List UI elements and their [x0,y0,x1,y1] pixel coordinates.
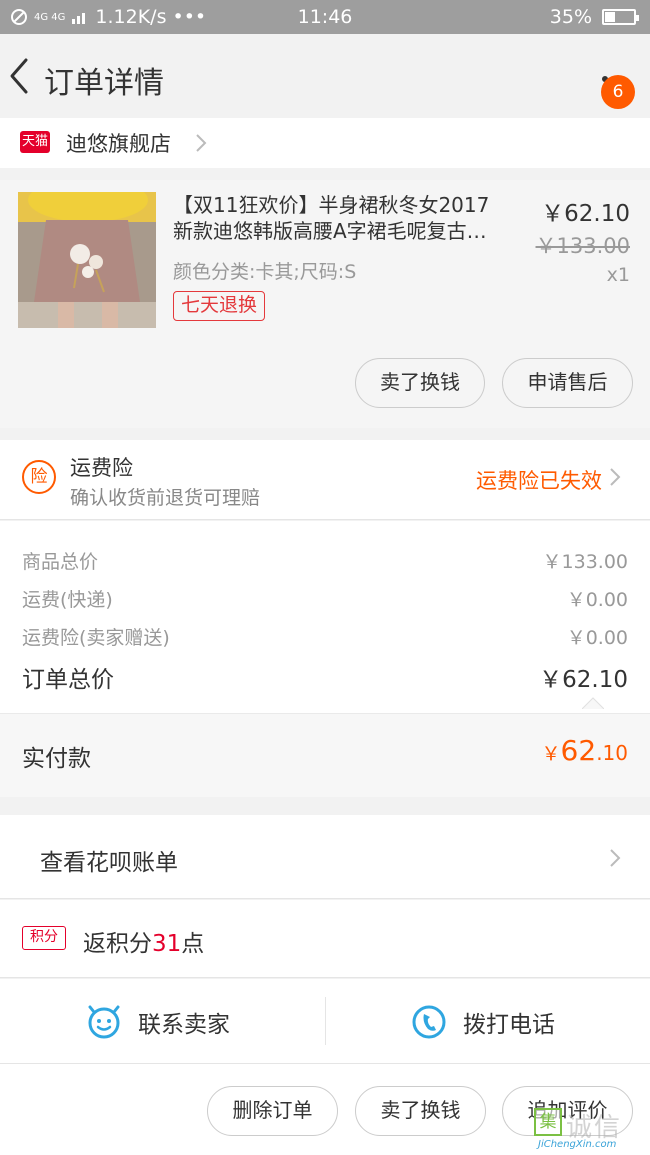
product-title-line-1: 【双11狂欢价】半身裙秋冬女2017 [173,193,490,217]
chat-bubble-icon [88,1005,120,1038]
amount-paid-row: 实付款 ￥62.10 [0,713,650,797]
page-title: 订单详情 [44,66,164,101]
price-value: ￥0.00 [566,627,628,649]
watermark-logo: 集 [534,1108,562,1136]
shop-row[interactable]: 天猫 迪悠旗舰店 [0,118,650,168]
call-phone-label: 拨打电话 [463,1011,555,1038]
points-badge: 积分 [22,926,66,950]
chevron-right-icon [610,849,621,867]
shipping-insurance-row[interactable]: 险 运费险 确认收货前退货可理赔 运费险已失效 [0,440,650,520]
huabei-bill-row[interactable]: 查看花呗账单 [0,815,650,899]
watermark: 集 诚信 JiChengXin.com [532,1105,650,1155]
shop-name[interactable]: 迪悠旗舰店 [66,128,171,158]
price-breakdown: 商品总价 ￥133.00 运费(快递) ￥0.00 运费险(卖家赠送) ￥0.0… [0,521,650,713]
product-thumbnail[interactable] [18,192,156,328]
after-sale-button[interactable]: 申请售后 [502,358,633,408]
amount-integer: 62 [560,734,597,767]
product-title-line-2: 新款迪悠韩版高腰A字裙毛呢复古… [173,219,487,243]
battery-icon [602,9,639,25]
back-arrow-icon[interactable] [6,54,36,98]
tmall-logo-icon: 天猫 [20,131,50,153]
points-row: 积分 返积分31点 [0,900,650,978]
points-suffix: 点 [181,931,205,957]
battery-percent: 35% [549,6,592,28]
message-badge[interactable]: 6 [601,75,635,109]
order-total-label: 订单总价 [22,667,114,693]
battery-fill [605,12,615,22]
order-total-value: ￥62.10 [539,667,628,693]
product-original-price: ￥133.00 [535,234,630,258]
insurance-icon: 险 [22,460,56,494]
seven-day-return-badge: 七天退换 [173,291,266,321]
points-number: 31 [152,931,182,957]
status-bar: 4G 4G 1.12K/s ••• 11:46 35% [0,0,650,34]
product-price: ￥62.10 [541,201,630,227]
price-label: 商品总价 [22,551,99,573]
phone-icon [412,1005,446,1038]
amount-decimal: .10 [596,741,628,765]
contact-seller-button[interactable]: 联系卖家 [86,979,230,1064]
chevron-right-icon [196,134,207,152]
nav-bar: 订单详情 6 [0,34,650,118]
price-label: 运费险(卖家赠送) [22,627,170,649]
amount-paid-label: 实付款 [22,746,91,772]
chevron-right-icon [610,468,621,486]
call-phone-button[interactable]: 拨打电话 [411,979,555,1064]
contact-seller-label: 联系卖家 [138,1011,230,1038]
points-prefix: 返积分 [83,931,152,957]
huabei-bill-label[interactable]: 查看花呗账单 [40,843,178,877]
contact-row: 联系卖家 拨打电话 [0,979,650,1064]
price-label: 运费(快递) [22,589,113,611]
product-sku: 颜色分类:卡其;尺码:S [173,261,357,283]
price-value: ￥0.00 [566,589,628,611]
divider [325,997,326,1045]
price-row-shipping: 运费(快递) ￥0.00 [22,585,628,612]
sell-exchange-button[interactable]: 卖了换钱 [355,358,485,408]
product-quantity: x1 [606,264,630,286]
product-title[interactable]: 【双11狂欢价】半身裙秋冬女2017 新款迪悠韩版高腰A字裙毛呢复古… [173,192,518,244]
order-total-row: 订单总价 ￥62.10 [22,660,628,694]
price-row-insurance: 运费险(卖家赠送) ￥0.00 [22,623,628,650]
watermark-url: JiChengXin.com [538,1139,617,1150]
price-row-goods: 商品总价 ￥133.00 [22,547,628,574]
points-text: 返积分31点 [83,924,204,958]
delete-order-button[interactable]: 删除订单 [207,1086,338,1136]
product-card[interactable]: 【双11狂欢价】半身裙秋冬女2017 新款迪悠韩版高腰A字裙毛呢复古… 颜色分类… [0,180,650,428]
status-right: 35% [549,6,639,28]
insurance-title: 运费险 [70,456,133,480]
amount-paid-value: ￥62.10 [542,734,628,767]
insurance-subtitle: 确认收货前退货可理赔 [70,487,261,509]
currency-symbol: ￥ [541,743,561,765]
price-value: ￥133.00 [542,551,628,573]
insurance-status[interactable]: 运费险已失效 [476,465,602,495]
sell-exchange-button[interactable]: 卖了换钱 [355,1086,486,1136]
product-image [18,192,156,328]
caret-up-icon [582,697,604,709]
